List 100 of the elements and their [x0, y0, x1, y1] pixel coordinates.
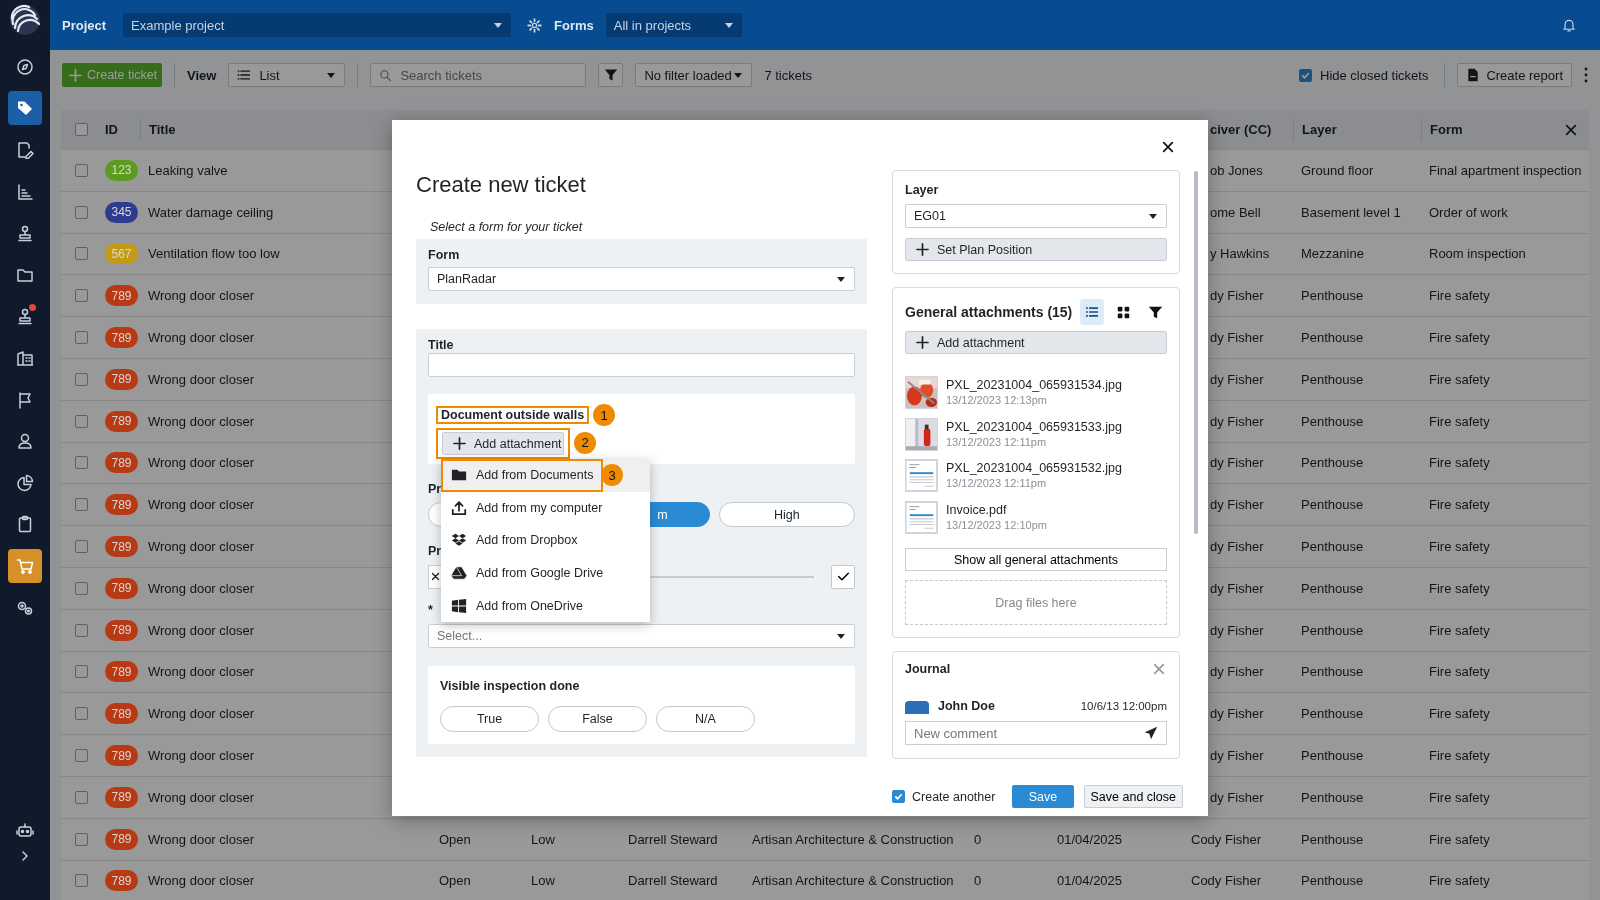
id-badge: 789 [105, 410, 138, 432]
table-cell: Fire safety [1429, 706, 1490, 722]
table-cell: dy Fisher [1210, 706, 1264, 722]
table-cell: dy Fisher [1210, 789, 1264, 805]
table-cell: civer (CC) [1210, 122, 1272, 137]
table-cell: Fire safety [1429, 873, 1490, 889]
table-cell: Fire safety [1429, 288, 1490, 304]
table-cell: dy Fisher [1210, 580, 1264, 596]
id-badge: 789 [105, 619, 138, 641]
table-cell: Fire safety [1429, 664, 1490, 680]
table-cell: Wrong door closer [148, 831, 254, 847]
table-cell: Penthouse [1301, 497, 1364, 513]
id-badge: 789 [105, 494, 138, 516]
id-badge: 789 [105, 870, 138, 892]
table-cell: Fire safety [1429, 497, 1490, 513]
step-marker: 1 [593, 404, 616, 426]
table-cell: dy Fisher [1210, 748, 1264, 764]
table-cell: Layer [1302, 122, 1337, 137]
table-cell: Fire safety [1429, 580, 1490, 596]
table-cell: dy Fisher [1210, 330, 1264, 346]
table-cell: Mezzanine [1301, 246, 1364, 262]
field-label: Document outside walls [436, 406, 590, 424]
table-cell: dy Fisher [1210, 413, 1264, 429]
field-label: Layer [905, 182, 939, 198]
table-cell: Wrong door closer [148, 580, 254, 596]
table-cell: Ground floor [1301, 162, 1374, 178]
table-cell: Fire safety [1429, 371, 1490, 387]
table-cell: dy Fisher [1210, 497, 1264, 513]
file-date: 13/12/2023 12:13pm [946, 393, 1048, 408]
entry-time: 10/6/13 12:00pm [1080, 699, 1167, 714]
table-cell: Cody Fisher [1191, 831, 1262, 847]
table-cell: Artisan Architecture & Construction [752, 831, 954, 847]
journal-title: Journal [905, 661, 951, 677]
table-cell: Order of work [1429, 204, 1508, 220]
table-cell: Cody Fisher [1191, 873, 1262, 889]
attachments-title: General attachments (15) [905, 304, 1073, 320]
table-cell: Wrong door closer [148, 748, 254, 764]
table-cell: Room inspection [1429, 246, 1526, 262]
table-cell: Low [531, 831, 555, 847]
file-date: 13/12/2023 12:11pm [946, 434, 1048, 449]
table-cell: Artisan Architecture & Construction [752, 873, 954, 889]
field-label: * [428, 602, 433, 618]
table-cell: Wrong door closer [148, 789, 254, 805]
table-cell: Water damage ceiling [148, 204, 274, 220]
id-badge: 789 [105, 828, 138, 850]
table-cell: Title [149, 122, 176, 137]
table-cell: Final apartment inspection [1429, 162, 1582, 178]
table-cell: Fire safety [1429, 748, 1490, 764]
table-cell: 01/04/2025 [1057, 873, 1123, 889]
table-cell: dy Fisher [1210, 371, 1264, 387]
table-cell: 01/04/2025 [1057, 831, 1123, 847]
step-marker: 3 [601, 464, 623, 486]
author-name: John Doe [938, 698, 995, 714]
file-date: 13/12/2023 12:10pm [946, 517, 1047, 532]
table-cell: Fire safety [1429, 831, 1490, 847]
id-badge: 567 [105, 243, 138, 265]
table-cell: Penthouse [1301, 580, 1364, 596]
table-cell: dy Fisher [1210, 539, 1264, 555]
table-cell: Wrong door closer [148, 413, 254, 429]
table-cell: Penthouse [1301, 748, 1364, 764]
id-badge: 789 [105, 745, 138, 767]
table-cell: dy Fisher [1210, 622, 1264, 638]
id-badge: 789 [105, 452, 138, 474]
id-badge: 123 [105, 159, 138, 181]
table-cell: Penthouse [1301, 789, 1364, 805]
table-cell: Wrong door closer [148, 330, 254, 346]
table-cell: dy Fisher [1210, 288, 1264, 304]
table-cell: Wrong door closer [148, 622, 254, 638]
id-badge: 789 [105, 703, 138, 725]
checkbox-label: Hide closed tickets [1320, 67, 1429, 83]
table-cell: ob Jones [1210, 162, 1263, 178]
table-cell: Penthouse [1301, 413, 1364, 429]
id-badge: 789 [105, 327, 138, 349]
table-cell: Fire safety [1429, 789, 1490, 805]
table-cell: Low [531, 873, 555, 889]
forms-label: Forms [554, 17, 594, 33]
dialog-title: Create new ticket [416, 172, 587, 198]
table-cell: Penthouse [1301, 622, 1364, 638]
table-cell: Wrong door closer [148, 371, 254, 387]
id-badge: 789 [105, 786, 138, 808]
id-badge: 789 [105, 577, 138, 599]
table-cell: Penthouse [1301, 371, 1364, 387]
table-cell: Wrong door closer [148, 455, 254, 471]
table-cell: Open [439, 831, 471, 847]
step-marker: 2 [574, 431, 596, 454]
table-cell: Fire safety [1429, 539, 1490, 555]
table-cell: Wrong door closer [148, 873, 254, 889]
checkbox-label: Create another [912, 789, 996, 804]
field-label: Pr [428, 481, 442, 497]
table-cell: 0 [974, 831, 982, 847]
table-cell: dy Fisher [1210, 664, 1264, 680]
table-cell: dy Fisher [1210, 455, 1264, 471]
project-label: Project [62, 17, 107, 33]
table-cell: Darrell Steward [628, 873, 718, 889]
file-date: 13/12/2023 12:11pm [946, 476, 1048, 491]
table-cell: 0 [974, 873, 982, 889]
table-cell: Open [439, 873, 471, 889]
table-cell: y Hawkins [1210, 246, 1270, 262]
table-cell: Penthouse [1301, 873, 1364, 889]
table-cell: Penthouse [1301, 706, 1364, 722]
